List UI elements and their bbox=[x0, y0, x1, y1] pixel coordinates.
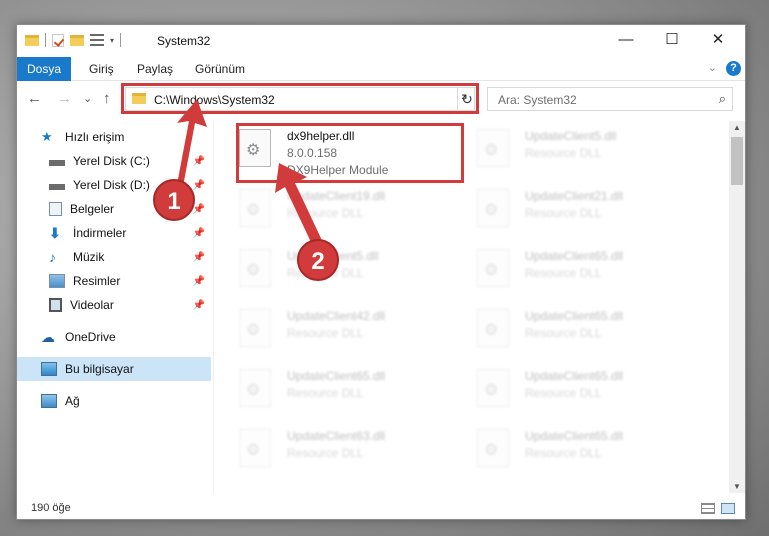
annotation-arrows bbox=[175, 99, 327, 255]
step-1-badge: 1 bbox=[153, 179, 195, 221]
explorer-window: ▾ System32 — ☐ ✕ Dosya Giriş Paylaş Görü… bbox=[16, 24, 746, 520]
step-2-badge: 2 bbox=[297, 239, 339, 281]
